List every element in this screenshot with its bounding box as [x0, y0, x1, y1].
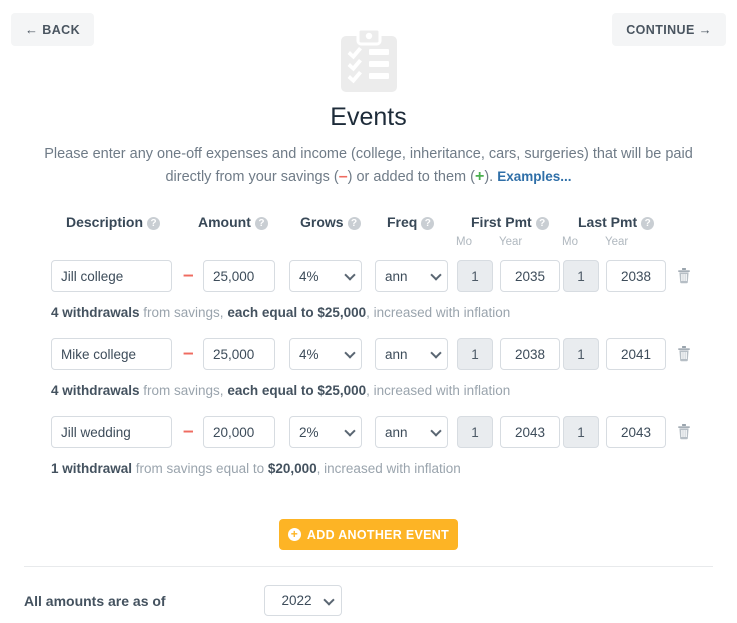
note-bold-count: 1 withdrawal [51, 461, 132, 476]
column-header-freq-label: Freq [387, 214, 417, 230]
first-payment-month-input[interactable] [457, 416, 493, 448]
forward-arrow-icon: → [699, 22, 712, 37]
back-button[interactable]: ← BACK [11, 13, 94, 46]
page-subtitle: Please enter any one-off expenses and in… [24, 143, 714, 190]
row-summary-note: 4 withdrawals from savings, each equal t… [51, 383, 510, 398]
sign-minus-icon: – [183, 268, 194, 284]
first-payment-month-input[interactable] [457, 338, 493, 370]
help-icon-amount[interactable]: ? [255, 217, 268, 230]
first-payment-year-input[interactable] [500, 338, 560, 370]
first-payment-month-input[interactable] [457, 260, 493, 292]
note-text-2: , increased with inflation [366, 383, 510, 398]
plus-circle-icon: + [288, 528, 301, 541]
help-icon-last-pmt[interactable]: ? [641, 217, 654, 230]
examples-link[interactable]: Examples... [497, 169, 571, 184]
column-header-description-label: Description [66, 214, 143, 230]
subheader-last-year: Year [605, 236, 628, 248]
note-text-2: , increased with inflation [366, 305, 510, 320]
grows-select[interactable]: 4% [289, 338, 362, 370]
last-payment-year-input[interactable] [606, 416, 666, 448]
description-input[interactable] [51, 338, 172, 370]
first-payment-year-input[interactable] [500, 416, 560, 448]
note-text-1: from savings, [140, 383, 228, 398]
help-icon-first-pmt[interactable]: ? [536, 217, 549, 230]
plus-symbol-icon: + [475, 168, 484, 185]
column-header-amount-label: Amount [198, 214, 251, 230]
note-text-1: from savings, [140, 305, 228, 320]
first-payment-year-input[interactable] [500, 260, 560, 292]
all-amounts-label: All amounts are as of [24, 593, 166, 609]
last-payment-year-input[interactable] [606, 338, 666, 370]
row-summary-note: 4 withdrawals from savings, each equal t… [51, 305, 510, 320]
subheader-last-month: Mo [562, 236, 578, 248]
table-row: – 4% ann [0, 260, 737, 338]
events-table: Description? Amount? Grows? Freq? First … [0, 214, 737, 494]
row-summary-note: 1 withdrawal from savings equal to $20,0… [51, 461, 461, 476]
back-arrow-icon: ← [25, 22, 38, 37]
table-header-row: Description? Amount? Grows? Freq? First … [0, 214, 737, 260]
column-header-first-pmt-label: First Pmt [471, 214, 532, 230]
base-year-select[interactable]: 2022 [264, 585, 342, 616]
column-header-last-pmt-label: Last Pmt [578, 214, 637, 230]
grows-select[interactable]: 2% [289, 416, 362, 448]
delete-row-trash-icon[interactable] [677, 345, 691, 362]
grows-select-wrap: 4% [289, 338, 362, 370]
column-header-last-pmt: Last Pmt? [578, 214, 654, 230]
add-another-event-button[interactable]: + ADD ANOTHER EVENT [279, 519, 458, 550]
subtitle-text-3: ). [484, 169, 497, 185]
subheader-first-year: Year [499, 236, 522, 248]
help-icon-description[interactable]: ? [147, 217, 160, 230]
add-another-event-label: ADD ANOTHER EVENT [307, 528, 449, 542]
column-header-description: Description? [66, 214, 160, 230]
freq-select[interactable]: ann [375, 260, 448, 292]
description-input[interactable] [51, 260, 172, 292]
delete-row-trash-icon[interactable] [677, 423, 691, 440]
note-bold-amount: $20,000 [268, 461, 317, 476]
subheader-first-month: Mo [456, 236, 472, 248]
continue-button[interactable]: CONTINUE → [612, 13, 726, 46]
column-header-first-pmt: First Pmt? [471, 214, 549, 230]
amount-input[interactable] [203, 260, 275, 292]
delete-row-trash-icon[interactable] [677, 267, 691, 284]
section-divider [24, 566, 713, 567]
note-bold-count: 4 withdrawals [51, 383, 140, 398]
last-payment-month-input[interactable] [563, 260, 599, 292]
amount-input[interactable] [203, 338, 275, 370]
grows-select-wrap: 2% [289, 416, 362, 448]
table-row: – 2% ann [0, 416, 737, 494]
grows-select-wrap: 4% [289, 260, 362, 292]
column-header-grows: Grows? [300, 214, 361, 230]
amount-input[interactable] [203, 416, 275, 448]
note-bold-count: 4 withdrawals [51, 305, 140, 320]
freq-select[interactable]: ann [375, 416, 448, 448]
note-bold-amount: each equal to $25,000 [227, 305, 366, 320]
events-page: ← BACK CONTINUE → Events Please enter an… [0, 0, 737, 623]
help-icon-grows[interactable]: ? [348, 217, 361, 230]
help-icon-freq[interactable]: ? [421, 217, 434, 230]
freq-select-wrap: ann [375, 338, 448, 370]
minus-symbol-icon: – [339, 168, 348, 185]
last-payment-year-input[interactable] [606, 260, 666, 292]
last-payment-month-input[interactable] [563, 416, 599, 448]
page-title: Events [0, 102, 737, 132]
freq-select[interactable]: ann [375, 338, 448, 370]
column-header-grows-label: Grows [300, 214, 344, 230]
subtitle-text-2: ) or added to them ( [348, 169, 475, 185]
sign-minus-icon: – [183, 346, 194, 362]
note-text-2: , increased with inflation [317, 461, 461, 476]
sign-minus-icon: – [183, 424, 194, 440]
back-button-label: BACK [42, 23, 80, 37]
column-header-freq: Freq? [387, 214, 434, 230]
last-payment-month-input[interactable] [563, 338, 599, 370]
table-row: – 4% ann [0, 338, 737, 416]
freq-select-wrap: ann [375, 260, 448, 292]
note-text-1: from savings equal to [132, 461, 268, 476]
note-bold-amount: each equal to $25,000 [227, 383, 366, 398]
description-input[interactable] [51, 416, 172, 448]
column-header-amount: Amount? [198, 214, 268, 230]
freq-select-wrap: ann [375, 416, 448, 448]
continue-button-label: CONTINUE [626, 23, 694, 37]
clipboard-checklist-icon [338, 28, 400, 94]
grows-select[interactable]: 4% [289, 260, 362, 292]
